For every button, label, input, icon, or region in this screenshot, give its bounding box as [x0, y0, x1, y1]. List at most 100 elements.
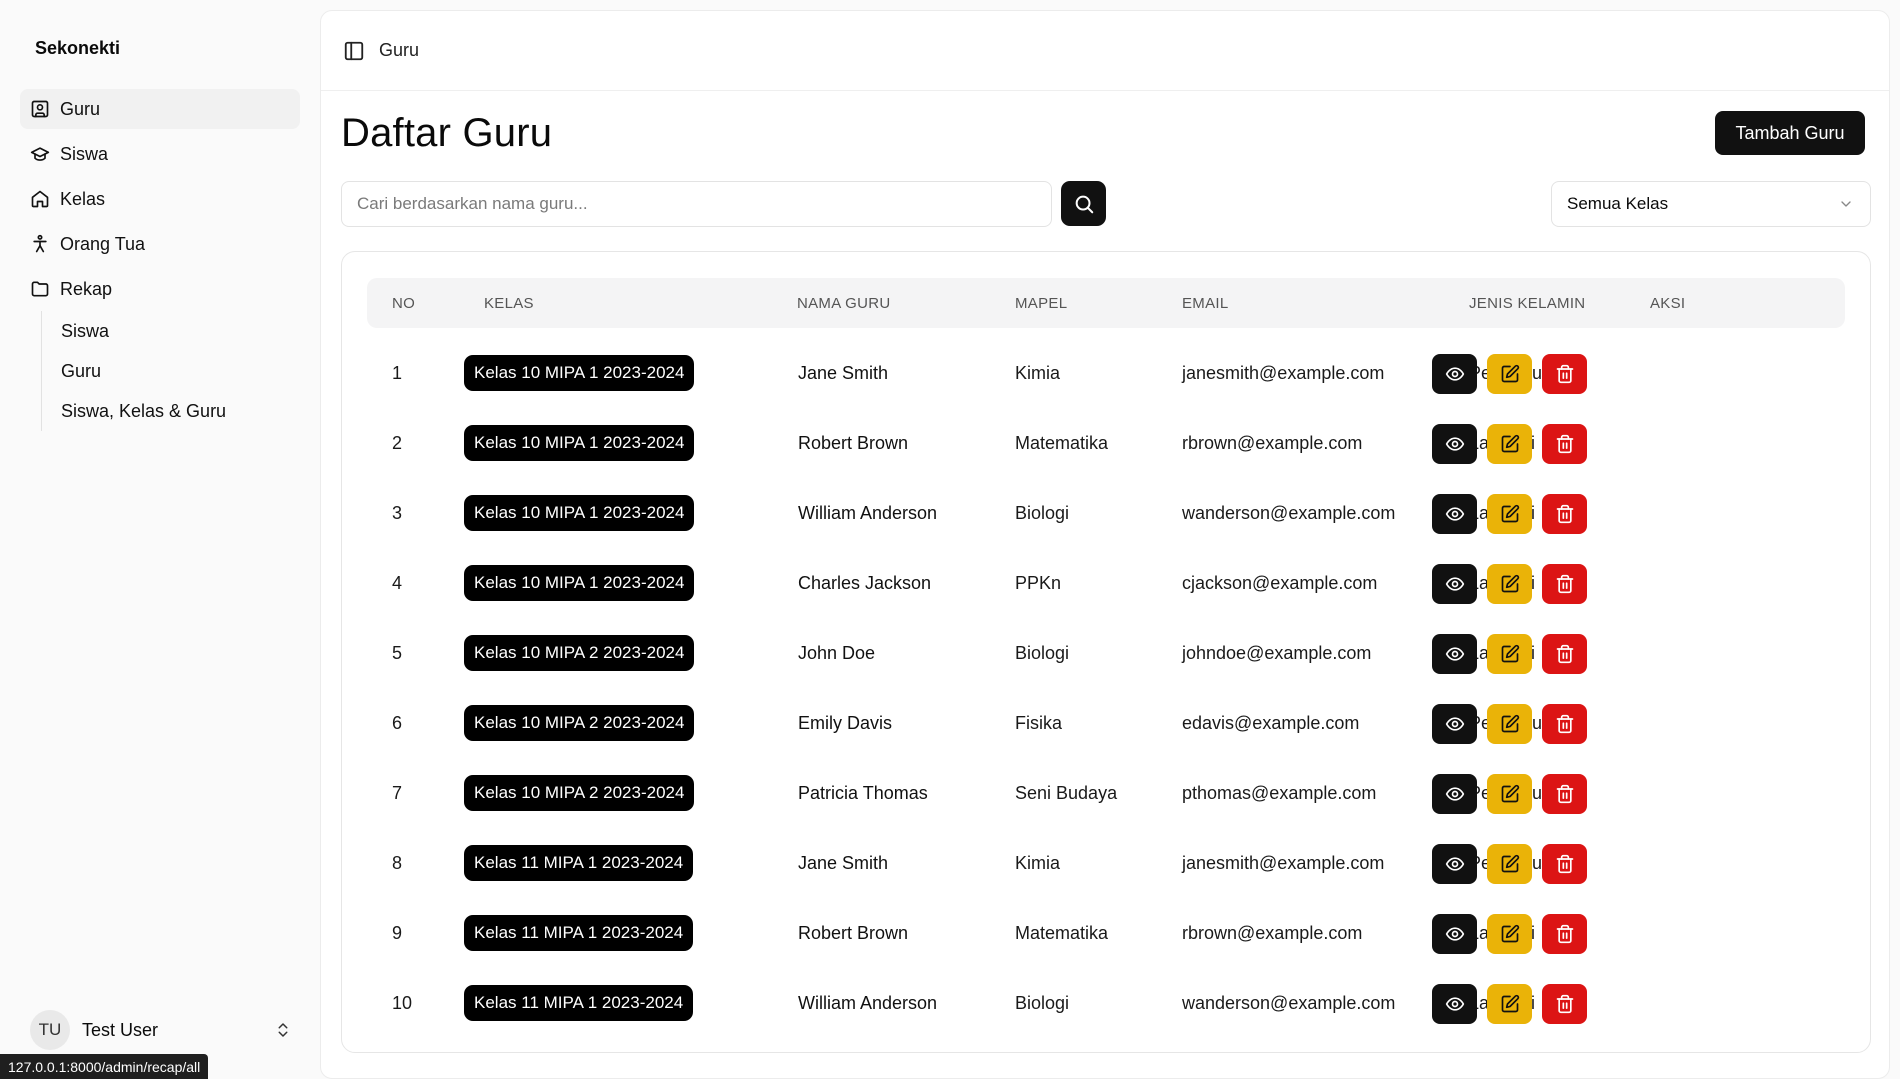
person-icon	[30, 234, 50, 254]
delete-button[interactable]	[1542, 914, 1587, 954]
view-button[interactable]	[1432, 424, 1477, 464]
view-button[interactable]	[1432, 774, 1477, 814]
user-menu[interactable]: TU Test User	[30, 1010, 292, 1050]
cell-mapel: Biologi	[1015, 642, 1070, 663]
cell-nama-guru: Patricia Thomas	[798, 782, 928, 803]
eye-icon	[1445, 924, 1465, 944]
search-input[interactable]	[341, 181, 1052, 227]
cell-mapel: PPKn	[1015, 572, 1062, 593]
view-button[interactable]	[1432, 634, 1477, 674]
table-row: 3 Kelas 10 MIPA 1 2023-2024 William Anders…	[367, 478, 1845, 548]
cell-no: 3	[392, 502, 403, 523]
delete-button[interactable]	[1542, 564, 1587, 604]
view-button[interactable]	[1432, 494, 1477, 534]
edit-icon	[1500, 714, 1520, 734]
edit-button[interactable]	[1487, 424, 1532, 464]
trash-icon	[1555, 784, 1575, 804]
class-badge: Kelas 10 MIPA 1 2023-2024	[464, 565, 695, 601]
edit-button[interactable]	[1487, 634, 1532, 674]
sidebar-item-kelas[interactable]: Kelas	[20, 179, 300, 219]
edit-icon	[1500, 924, 1520, 944]
sidebar-item-rekap[interactable]: Rekap	[20, 269, 300, 309]
sidebar-item-label: Guru	[60, 98, 101, 119]
class-badge: Kelas 10 MIPA 2 2023-2024	[464, 775, 695, 811]
topbar: Guru	[321, 11, 1889, 91]
cell-nama-guru: Emily Davis	[798, 712, 893, 733]
cell-no: 9	[392, 922, 403, 943]
edit-button[interactable]	[1487, 844, 1532, 884]
cell-email: edavis@example.com	[1182, 712, 1360, 733]
cell-mapel: Seni Budaya	[1015, 782, 1118, 803]
eye-icon	[1445, 504, 1465, 524]
sidebar-item-label: Kelas	[60, 188, 106, 209]
column-header-nama-guru: NAMA GURU	[797, 294, 891, 312]
row-actions	[1432, 634, 1587, 674]
cell-email: janesmith@example.com	[1182, 362, 1385, 383]
class-filter-value: Semua Kelas	[1567, 194, 1669, 213]
cell-nama-guru: John Doe	[798, 642, 876, 663]
delete-button[interactable]	[1542, 424, 1587, 464]
cell-kelas: Kelas 11 MIPA 1 2023-2024	[464, 898, 694, 968]
edit-button[interactable]	[1487, 984, 1532, 1024]
breadcrumb: Guru	[379, 40, 420, 60]
trash-icon	[1555, 924, 1575, 944]
chevron-down-icon	[1838, 196, 1854, 212]
row-actions	[1432, 354, 1587, 394]
edit-icon	[1500, 644, 1520, 664]
sidebar-item-siswa[interactable]: Siswa	[20, 134, 300, 174]
cell-kelas: Kelas 10 MIPA 1 2023-2024	[464, 548, 695, 618]
edit-button[interactable]	[1487, 494, 1532, 534]
sidebar-subitem-guru[interactable]: Guru	[61, 351, 300, 391]
edit-button[interactable]	[1487, 774, 1532, 814]
rekap-submenu: Siswa Guru Siswa, Kelas & Guru	[41, 311, 300, 431]
delete-button[interactable]	[1542, 634, 1587, 674]
view-button[interactable]	[1432, 844, 1477, 884]
view-button[interactable]	[1432, 354, 1477, 394]
class-filter-select[interactable]: Semua Kelas	[1551, 181, 1871, 227]
main-content: Guru Daftar Guru Tambah Guru Semua Kelas…	[320, 10, 1890, 1079]
column-header-aksi: AKSI	[1650, 294, 1686, 312]
trash-icon	[1555, 364, 1575, 384]
cell-no: 6	[392, 712, 403, 733]
page-title: Daftar Guru	[341, 111, 553, 155]
table-row: 10 Kelas 11 MIPA 1 2023-2024 William Ander…	[367, 968, 1845, 1038]
sidebar-subitem-siswa-kelas-guru[interactable]: Siswa, Kelas & Guru	[61, 391, 300, 431]
trash-icon	[1555, 854, 1575, 874]
class-badge: Kelas 10 MIPA 1 2023-2024	[464, 355, 695, 391]
delete-button[interactable]	[1542, 494, 1587, 534]
delete-button[interactable]	[1542, 704, 1587, 744]
delete-button[interactable]	[1542, 844, 1587, 884]
search-button[interactable]	[1061, 181, 1106, 226]
eye-icon	[1445, 574, 1465, 594]
eye-icon	[1445, 714, 1465, 734]
edit-button[interactable]	[1487, 704, 1532, 744]
cell-mapel: Matematika	[1015, 922, 1109, 943]
brand-name: Sekonekti	[35, 38, 121, 58]
row-actions	[1432, 914, 1587, 954]
view-button[interactable]	[1432, 564, 1477, 604]
folder-icon	[30, 279, 50, 299]
class-badge: Kelas 10 MIPA 1 2023-2024	[464, 425, 695, 461]
view-button[interactable]	[1432, 984, 1477, 1024]
edit-icon	[1500, 784, 1520, 804]
sidebar-item-orang-tua[interactable]: Orang Tua	[20, 224, 300, 264]
eye-icon	[1445, 434, 1465, 454]
add-teacher-button[interactable]: Tambah Guru	[1715, 111, 1865, 155]
teacher-table-card: NO KELAS NAMA GURU MAPEL EMAIL JENIS KEL…	[341, 251, 1871, 1053]
delete-button[interactable]	[1542, 774, 1587, 814]
delete-button[interactable]	[1542, 354, 1587, 394]
edit-button[interactable]	[1487, 564, 1532, 604]
sidebar-item-guru[interactable]: Guru	[20, 89, 300, 129]
column-header-mapel: MAPEL	[1015, 294, 1068, 312]
sidebar-subitem-siswa[interactable]: Siswa	[61, 311, 300, 351]
delete-button[interactable]	[1542, 984, 1587, 1024]
view-button[interactable]	[1432, 704, 1477, 744]
cell-kelas: Kelas 10 MIPA 2 2023-2024	[464, 688, 695, 758]
sidebar-toggle-icon[interactable]	[343, 40, 365, 62]
column-header-kelas: KELAS	[484, 294, 534, 312]
user-name: Test User	[82, 1019, 159, 1040]
view-button[interactable]	[1432, 914, 1477, 954]
edit-button[interactable]	[1487, 914, 1532, 954]
edit-button[interactable]	[1487, 354, 1532, 394]
cell-kelas: Kelas 10 MIPA 1 2023-2024	[464, 478, 695, 548]
